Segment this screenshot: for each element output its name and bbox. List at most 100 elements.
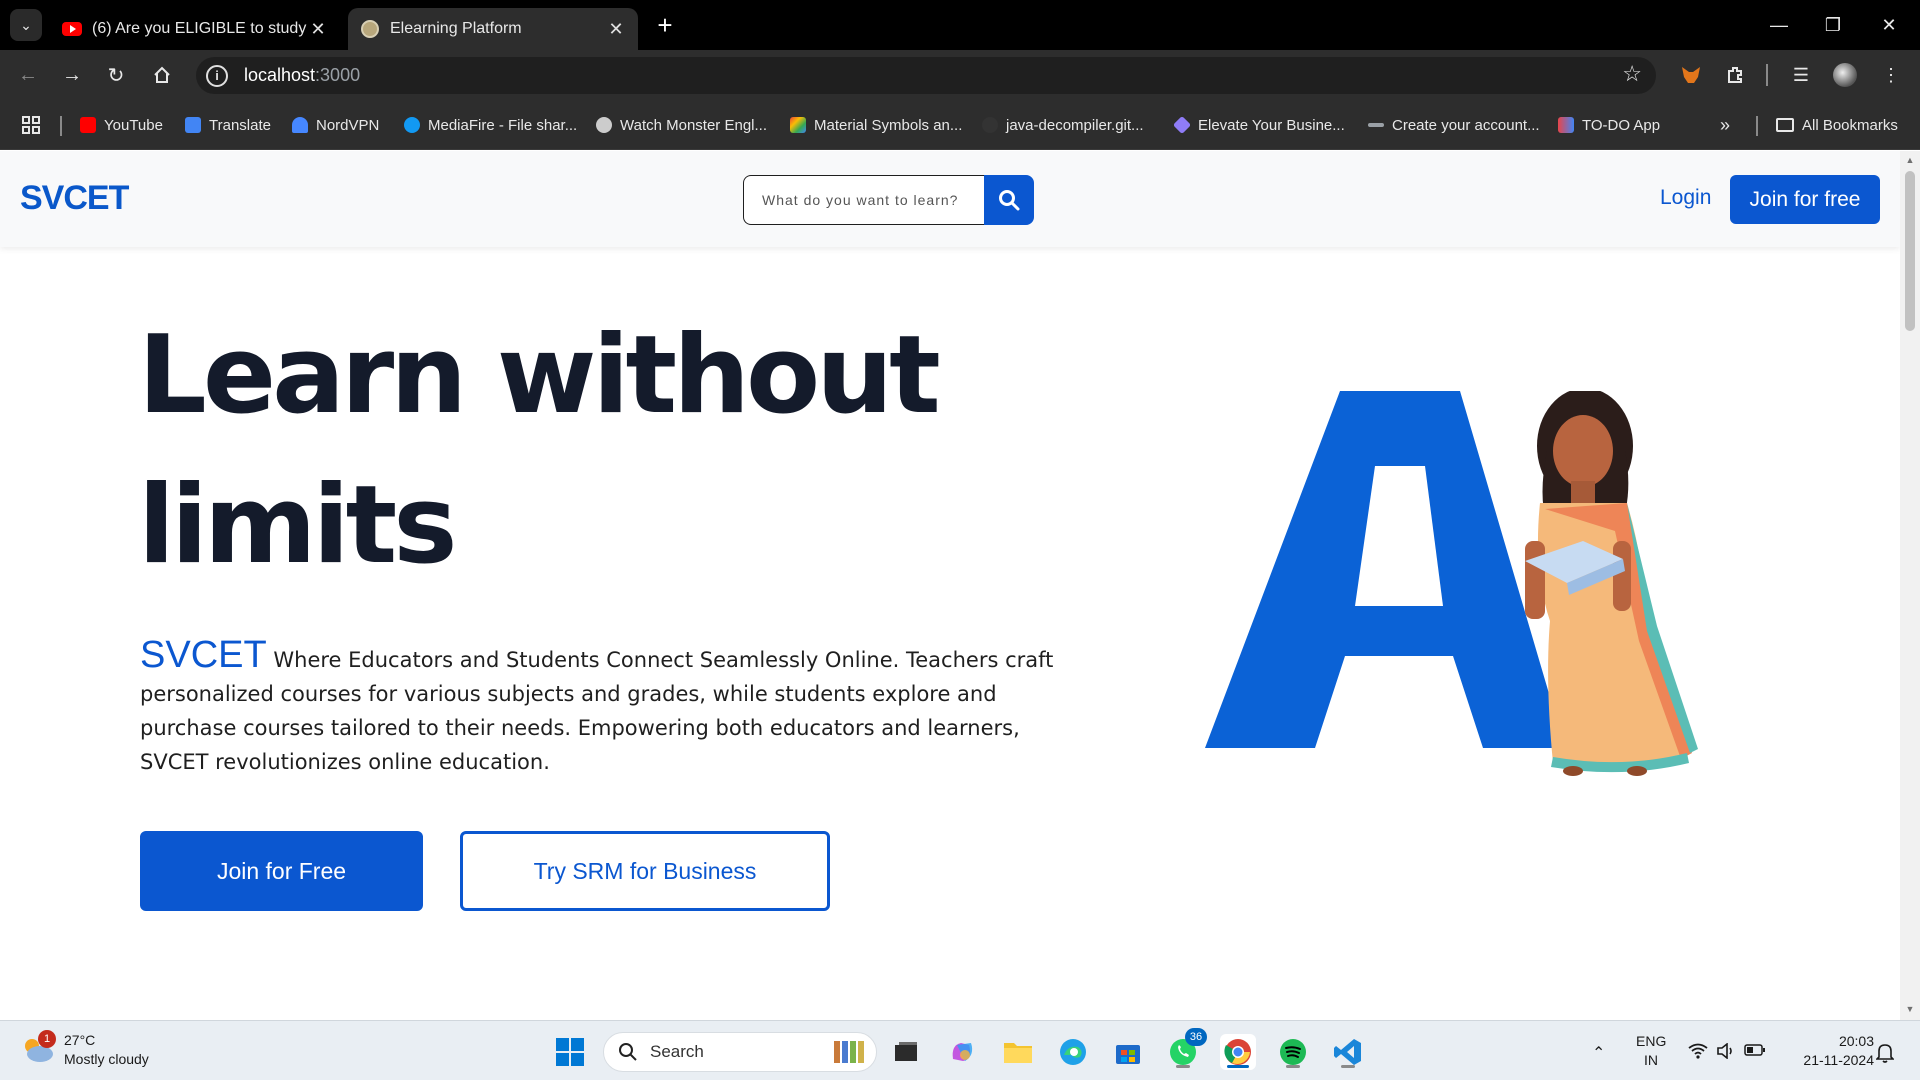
scroll-up-arrow-icon[interactable]: ▲ bbox=[1904, 155, 1916, 167]
bookmarks-divider bbox=[60, 116, 62, 136]
search-icon bbox=[999, 190, 1020, 211]
taskbar-search[interactable]: Search bbox=[603, 1032, 877, 1072]
all-bookmarks-label: All Bookmarks bbox=[1802, 116, 1898, 134]
bookmark-create-account[interactable]: Create your account... bbox=[1368, 114, 1540, 136]
show-hidden-icons-chevron[interactable]: ⌃ bbox=[1592, 1043, 1605, 1063]
apps-grid-icon[interactable] bbox=[22, 114, 40, 136]
weather-temperature: 27°C bbox=[64, 1032, 96, 1048]
restore-icon[interactable]: ❐ bbox=[1810, 8, 1856, 42]
bookmark-nordvpn[interactable]: NordVPN bbox=[292, 114, 379, 136]
site-logo[interactable]: SVCET bbox=[20, 179, 129, 218]
cloud-weather-icon: 1 bbox=[20, 1030, 56, 1064]
hero-brand: SVCET bbox=[140, 634, 267, 676]
minimize-icon[interactable]: — bbox=[1756, 8, 1802, 42]
youtube-icon bbox=[62, 19, 82, 39]
close-window-icon[interactable]: ✕ bbox=[1866, 8, 1912, 42]
back-arrow-icon[interactable]: ← bbox=[12, 59, 44, 91]
material-icon bbox=[790, 117, 806, 133]
bookmark-label: Translate bbox=[209, 116, 271, 134]
microsoft-store-icon[interactable] bbox=[1110, 1034, 1146, 1070]
search-input[interactable] bbox=[743, 175, 985, 225]
bookmark-label: Elevate Your Busine... bbox=[1198, 116, 1345, 134]
search-form bbox=[743, 175, 1034, 225]
try-business-button[interactable]: Try SRM for Business bbox=[460, 831, 830, 911]
weather-description: Mostly cloudy bbox=[64, 1051, 149, 1067]
notification-bell-icon[interactable] bbox=[1875, 1043, 1895, 1068]
nordvpn-icon bbox=[292, 117, 308, 133]
bookmark-elevate[interactable]: Elevate Your Busine... bbox=[1172, 114, 1345, 136]
weather-widget[interactable]: 1 27°C Mostly cloudy bbox=[20, 1030, 149, 1069]
more-bookmarks-chevron-icon[interactable]: » bbox=[1720, 114, 1730, 136]
toolbar-divider bbox=[1766, 64, 1768, 86]
translate-icon bbox=[185, 117, 201, 133]
volume-icon[interactable] bbox=[1716, 1042, 1736, 1064]
chrome-icon[interactable] bbox=[1220, 1034, 1256, 1070]
site-info-icon[interactable]: i bbox=[206, 64, 228, 87]
copilot-icon[interactable] bbox=[944, 1034, 980, 1070]
join-for-free-button[interactable]: Join for Free bbox=[140, 831, 423, 911]
battery-icon[interactable] bbox=[1744, 1043, 1766, 1062]
bookmark-label: Material Symbols an... bbox=[814, 116, 963, 134]
media-controls-icon[interactable]: ☰ bbox=[1788, 62, 1814, 88]
language-indicator[interactable]: ENG IN bbox=[1636, 1032, 1666, 1070]
hero-illustration bbox=[1205, 391, 1698, 776]
webpage-viewport: SVCET Login Join for free Learn without … bbox=[0, 151, 1900, 1020]
forward-arrow-icon[interactable]: → bbox=[56, 59, 88, 91]
spotify-icon[interactable] bbox=[1275, 1034, 1311, 1070]
new-tab-button[interactable]: + bbox=[650, 10, 680, 40]
address-bar[interactable]: i localhost:3000 ☆ bbox=[196, 57, 1656, 94]
hero-description-text: Where Educators and Students Connect Sea… bbox=[140, 648, 1054, 774]
bookmark-monster[interactable]: Watch Monster Engl... bbox=[596, 114, 767, 136]
bookmark-mediafire[interactable]: MediaFire - File shar... bbox=[404, 114, 577, 136]
account-icon bbox=[1368, 123, 1384, 127]
todo-icon bbox=[1558, 117, 1574, 133]
bookmark-label: Watch Monster Engl... bbox=[620, 116, 767, 134]
bookmark-youtube[interactable]: YouTube bbox=[80, 114, 163, 136]
extensions-puzzle-icon[interactable] bbox=[1722, 62, 1748, 88]
tab-youtube[interactable]: (6) Are you ELIGIBLE to study in ✕ bbox=[50, 8, 340, 50]
page-scrollbar[interactable]: ▲ ▼ bbox=[1900, 151, 1920, 1020]
browser-menu-icon[interactable]: ⋮ bbox=[1878, 62, 1904, 88]
bookmark-java-decompiler[interactable]: java-decompiler.git... bbox=[982, 114, 1144, 136]
bookmark-material-symbols[interactable]: Material Symbols an... bbox=[790, 114, 962, 136]
reload-icon[interactable]: ↻ bbox=[100, 59, 132, 91]
active-app-indicator bbox=[1227, 1065, 1249, 1068]
metamask-fox-icon[interactable] bbox=[1678, 62, 1704, 88]
tab-search-button[interactable]: ⌄ bbox=[10, 9, 42, 41]
running-indicator bbox=[1176, 1065, 1190, 1068]
weather-badge: 1 bbox=[38, 1030, 56, 1048]
search-button[interactable] bbox=[984, 175, 1034, 225]
profile-avatar-icon[interactable] bbox=[1832, 62, 1858, 88]
whatsapp-icon[interactable]: 36 bbox=[1165, 1028, 1207, 1070]
join-for-free-header-button[interactable]: Join for free bbox=[1730, 175, 1880, 224]
login-link[interactable]: Login bbox=[1660, 186, 1711, 210]
bookmark-star-icon[interactable]: ☆ bbox=[1622, 61, 1642, 87]
windows-taskbar: 1 27°C Mostly cloudy Search 36 ⌃ ENG IN … bbox=[0, 1020, 1920, 1080]
folder-icon bbox=[1776, 118, 1794, 132]
close-tab-icon[interactable]: ✕ bbox=[606, 19, 626, 40]
windows-start-icon[interactable] bbox=[552, 1034, 588, 1070]
bookmark-todo[interactable]: TO-DO App bbox=[1558, 114, 1660, 136]
clock[interactable]: 20:03 21-11-2024 bbox=[1784, 1032, 1874, 1070]
file-explorer-icon[interactable] bbox=[1000, 1034, 1036, 1070]
close-tab-icon[interactable]: ✕ bbox=[308, 19, 328, 40]
task-view-icon[interactable] bbox=[888, 1034, 924, 1070]
clock-time: 20:03 bbox=[1838, 1033, 1874, 1049]
search-highlight-icon bbox=[834, 1041, 864, 1063]
edge-browser-icon[interactable] bbox=[1055, 1034, 1091, 1070]
browser-tab-bar: ⌄ (6) Are you ELIGIBLE to study in ✕ Ele… bbox=[0, 0, 1920, 50]
clock-date: 21-11-2024 bbox=[1803, 1052, 1874, 1068]
wifi-icon[interactable] bbox=[1688, 1043, 1708, 1064]
bookmark-label: NordVPN bbox=[316, 116, 380, 134]
home-icon[interactable] bbox=[146, 59, 178, 91]
vscode-icon[interactable] bbox=[1330, 1034, 1366, 1070]
bookmark-label: YouTube bbox=[104, 116, 163, 134]
bookmark-translate[interactable]: Translate bbox=[185, 114, 271, 136]
scrollbar-thumb[interactable] bbox=[1905, 171, 1915, 331]
tab-elearning[interactable]: Elearning Platform ✕ bbox=[348, 8, 638, 50]
scroll-down-arrow-icon[interactable]: ▼ bbox=[1904, 1004, 1916, 1016]
language-code: ENG bbox=[1636, 1033, 1667, 1049]
youtube-icon bbox=[80, 117, 96, 133]
bookmark-label: TO-DO App bbox=[1582, 116, 1661, 134]
all-bookmarks-folder[interactable]: All Bookmarks bbox=[1776, 114, 1898, 136]
